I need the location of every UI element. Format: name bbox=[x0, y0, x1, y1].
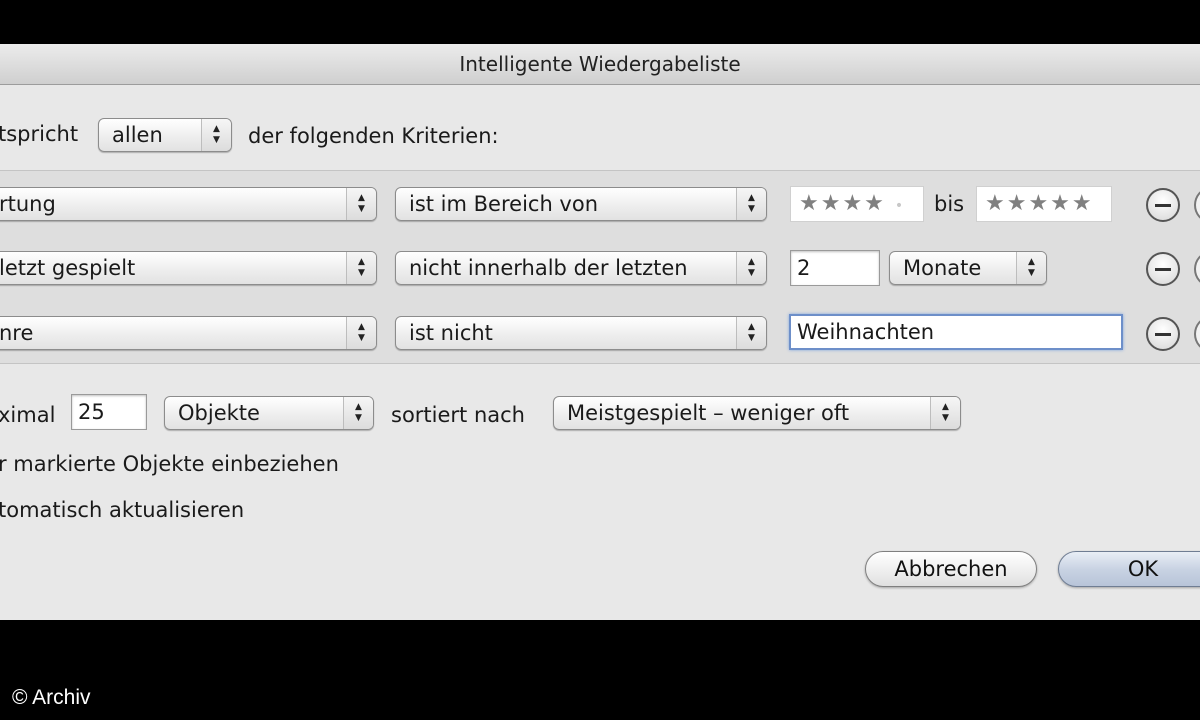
rating-empty-dot-icon: • bbox=[894, 198, 904, 214]
match-mode-popup[interactable]: allen ▲ ▼ bbox=[98, 118, 232, 152]
rule-2-field-value: letzt gespielt bbox=[0, 256, 136, 280]
rule-1-operator-popup[interactable]: ist im Bereich von ▲ ▼ bbox=[395, 187, 767, 221]
limit-unit-value: Objekte bbox=[178, 401, 260, 425]
rule-2-operator-value: nicht innerhalb der letzten bbox=[409, 256, 688, 280]
updown-arrows-icon: ▲ ▼ bbox=[736, 317, 766, 349]
rule-1-operator-value: ist im Bereich von bbox=[409, 192, 599, 216]
updown-arrows-icon: ▲ ▼ bbox=[346, 252, 376, 284]
sort-order-value: Meistgespielt – weniger oft bbox=[567, 401, 850, 425]
rule-1-between-label: bis bbox=[934, 192, 965, 216]
rule-3-field-popup[interactable]: nre ▲ ▼ bbox=[0, 316, 377, 350]
updown-arrows-icon: ▲ ▼ bbox=[736, 188, 766, 220]
checked-only-option-label[interactable]: r markierte Objekte einbeziehen bbox=[0, 452, 339, 476]
rule-3-operator-popup[interactable]: ist nicht ▲ ▼ bbox=[395, 316, 767, 350]
match-suffix-label: der folgenden Kriterien: bbox=[248, 124, 499, 148]
limit-value-input[interactable]: 25 bbox=[71, 394, 147, 430]
ok-button[interactable]: OK bbox=[1058, 551, 1200, 587]
sort-order-popup[interactable]: Meistgespielt – weniger oft ▲ ▼ bbox=[553, 396, 961, 430]
rule-1-field-value: rtung bbox=[0, 192, 56, 216]
remove-rule-3-button[interactable] bbox=[1146, 317, 1180, 351]
limit-unit-popup[interactable]: Objekte ▲ ▼ bbox=[164, 396, 374, 430]
rating-from-stars: ★★★★ bbox=[799, 191, 886, 216]
remove-rule-2-button[interactable] bbox=[1146, 252, 1180, 286]
copyright-caption: © Archiv bbox=[12, 686, 91, 709]
rule-3-value-input[interactable]: Weihnachten bbox=[789, 314, 1123, 350]
rule-2-unit-value: Monate bbox=[903, 256, 982, 280]
live-update-option-label[interactable]: tomatisch aktualisieren bbox=[0, 498, 244, 522]
rule-1-field-popup[interactable]: rtung ▲ ▼ bbox=[0, 187, 377, 221]
updown-arrows-icon: ▲ ▼ bbox=[346, 317, 376, 349]
updown-arrows-icon: ▲ ▼ bbox=[346, 188, 376, 220]
divider bbox=[0, 170, 1200, 171]
match-prefix-label: tspricht bbox=[0, 122, 79, 146]
rule-3-field-value: nre bbox=[0, 321, 34, 345]
rule-2-field-popup[interactable]: letzt gespielt ▲ ▼ bbox=[0, 251, 377, 285]
cancel-button[interactable]: Abbrechen bbox=[865, 551, 1037, 587]
rule-1-rating-from[interactable]: ★★★★ • bbox=[790, 186, 924, 222]
updown-arrows-icon: ▲ ▼ bbox=[201, 119, 231, 151]
smart-playlist-dialog: Intelligente Wiedergabeliste tspricht al… bbox=[0, 44, 1200, 620]
rule-1-rating-to[interactable]: ★★★★★ bbox=[976, 186, 1112, 222]
dialog-title: Intelligente Wiedergabeliste bbox=[0, 44, 1200, 85]
sort-label: sortiert nach bbox=[391, 403, 525, 427]
rule-2-operator-popup[interactable]: nicht innerhalb der letzten ▲ ▼ bbox=[395, 251, 767, 285]
updown-arrows-icon: ▲ ▼ bbox=[736, 252, 766, 284]
divider bbox=[0, 363, 1200, 364]
rule-2-value-input[interactable]: 2 bbox=[790, 250, 880, 286]
match-mode-value: allen bbox=[112, 123, 163, 147]
updown-arrows-icon: ▲ ▼ bbox=[930, 397, 960, 429]
remove-rule-1-button[interactable] bbox=[1146, 188, 1180, 222]
rule-2-unit-popup[interactable]: Monate ▲ ▼ bbox=[889, 251, 1047, 285]
rating-to-stars: ★★★★★ bbox=[985, 191, 1094, 216]
updown-arrows-icon: ▲ ▼ bbox=[1016, 252, 1046, 284]
limit-prefix-label: ximal bbox=[0, 403, 56, 427]
updown-arrows-icon: ▲ ▼ bbox=[343, 397, 373, 429]
rule-3-operator-value: ist nicht bbox=[409, 321, 493, 345]
